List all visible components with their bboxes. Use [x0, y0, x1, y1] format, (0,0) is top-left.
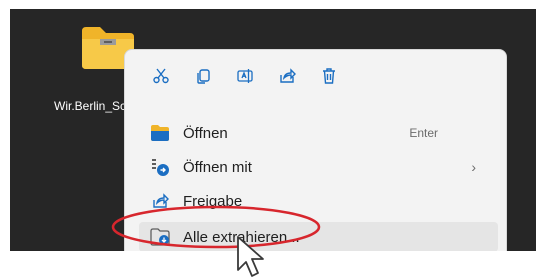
screenshot-stage: Wir.Berlin_Sch Öffnen Enter Öffnen mit ›…: [0, 0, 537, 280]
open-with-icon: [149, 156, 171, 178]
menu-item-open-with[interactable]: Öffnen mit ›: [139, 152, 498, 182]
menu-item-label: Alle extrahieren...: [183, 228, 300, 246]
scissors-icon: [153, 68, 169, 84]
menu-item-share[interactable]: Freigabe: [139, 186, 498, 216]
delete-button[interactable]: [315, 64, 343, 88]
context-menu: Öffnen Enter Öffnen mit › Freigabe Alle …: [124, 49, 507, 251]
copy-button[interactable]: [189, 64, 217, 88]
share-icon: [280, 68, 296, 83]
share-button[interactable]: [273, 64, 301, 88]
menu-item-label: Freigabe: [183, 192, 243, 210]
menu-item-label: Öffnen mit: [183, 158, 252, 176]
menu-item-extract-all[interactable]: Alle extrahieren...: [139, 222, 498, 251]
rename-icon: [237, 69, 253, 83]
quick-action-bar: [147, 64, 343, 88]
menu-item-shortcut: Enter: [409, 126, 438, 140]
trash-icon: [323, 68, 335, 84]
extract-icon: [149, 226, 171, 248]
menu-item-open[interactable]: Öffnen Enter: [139, 118, 498, 148]
share-icon: [149, 190, 171, 212]
cut-button[interactable]: [147, 64, 175, 88]
folder-open-icon: [149, 122, 171, 144]
menu-item-label: Öffnen: [183, 124, 228, 142]
desktop-background: Wir.Berlin_Sch Öffnen Enter Öffnen mit ›…: [10, 9, 536, 251]
chevron-right-icon: ›: [471, 159, 476, 175]
copy-icon: [197, 69, 210, 84]
rename-button[interactable]: [231, 64, 259, 88]
